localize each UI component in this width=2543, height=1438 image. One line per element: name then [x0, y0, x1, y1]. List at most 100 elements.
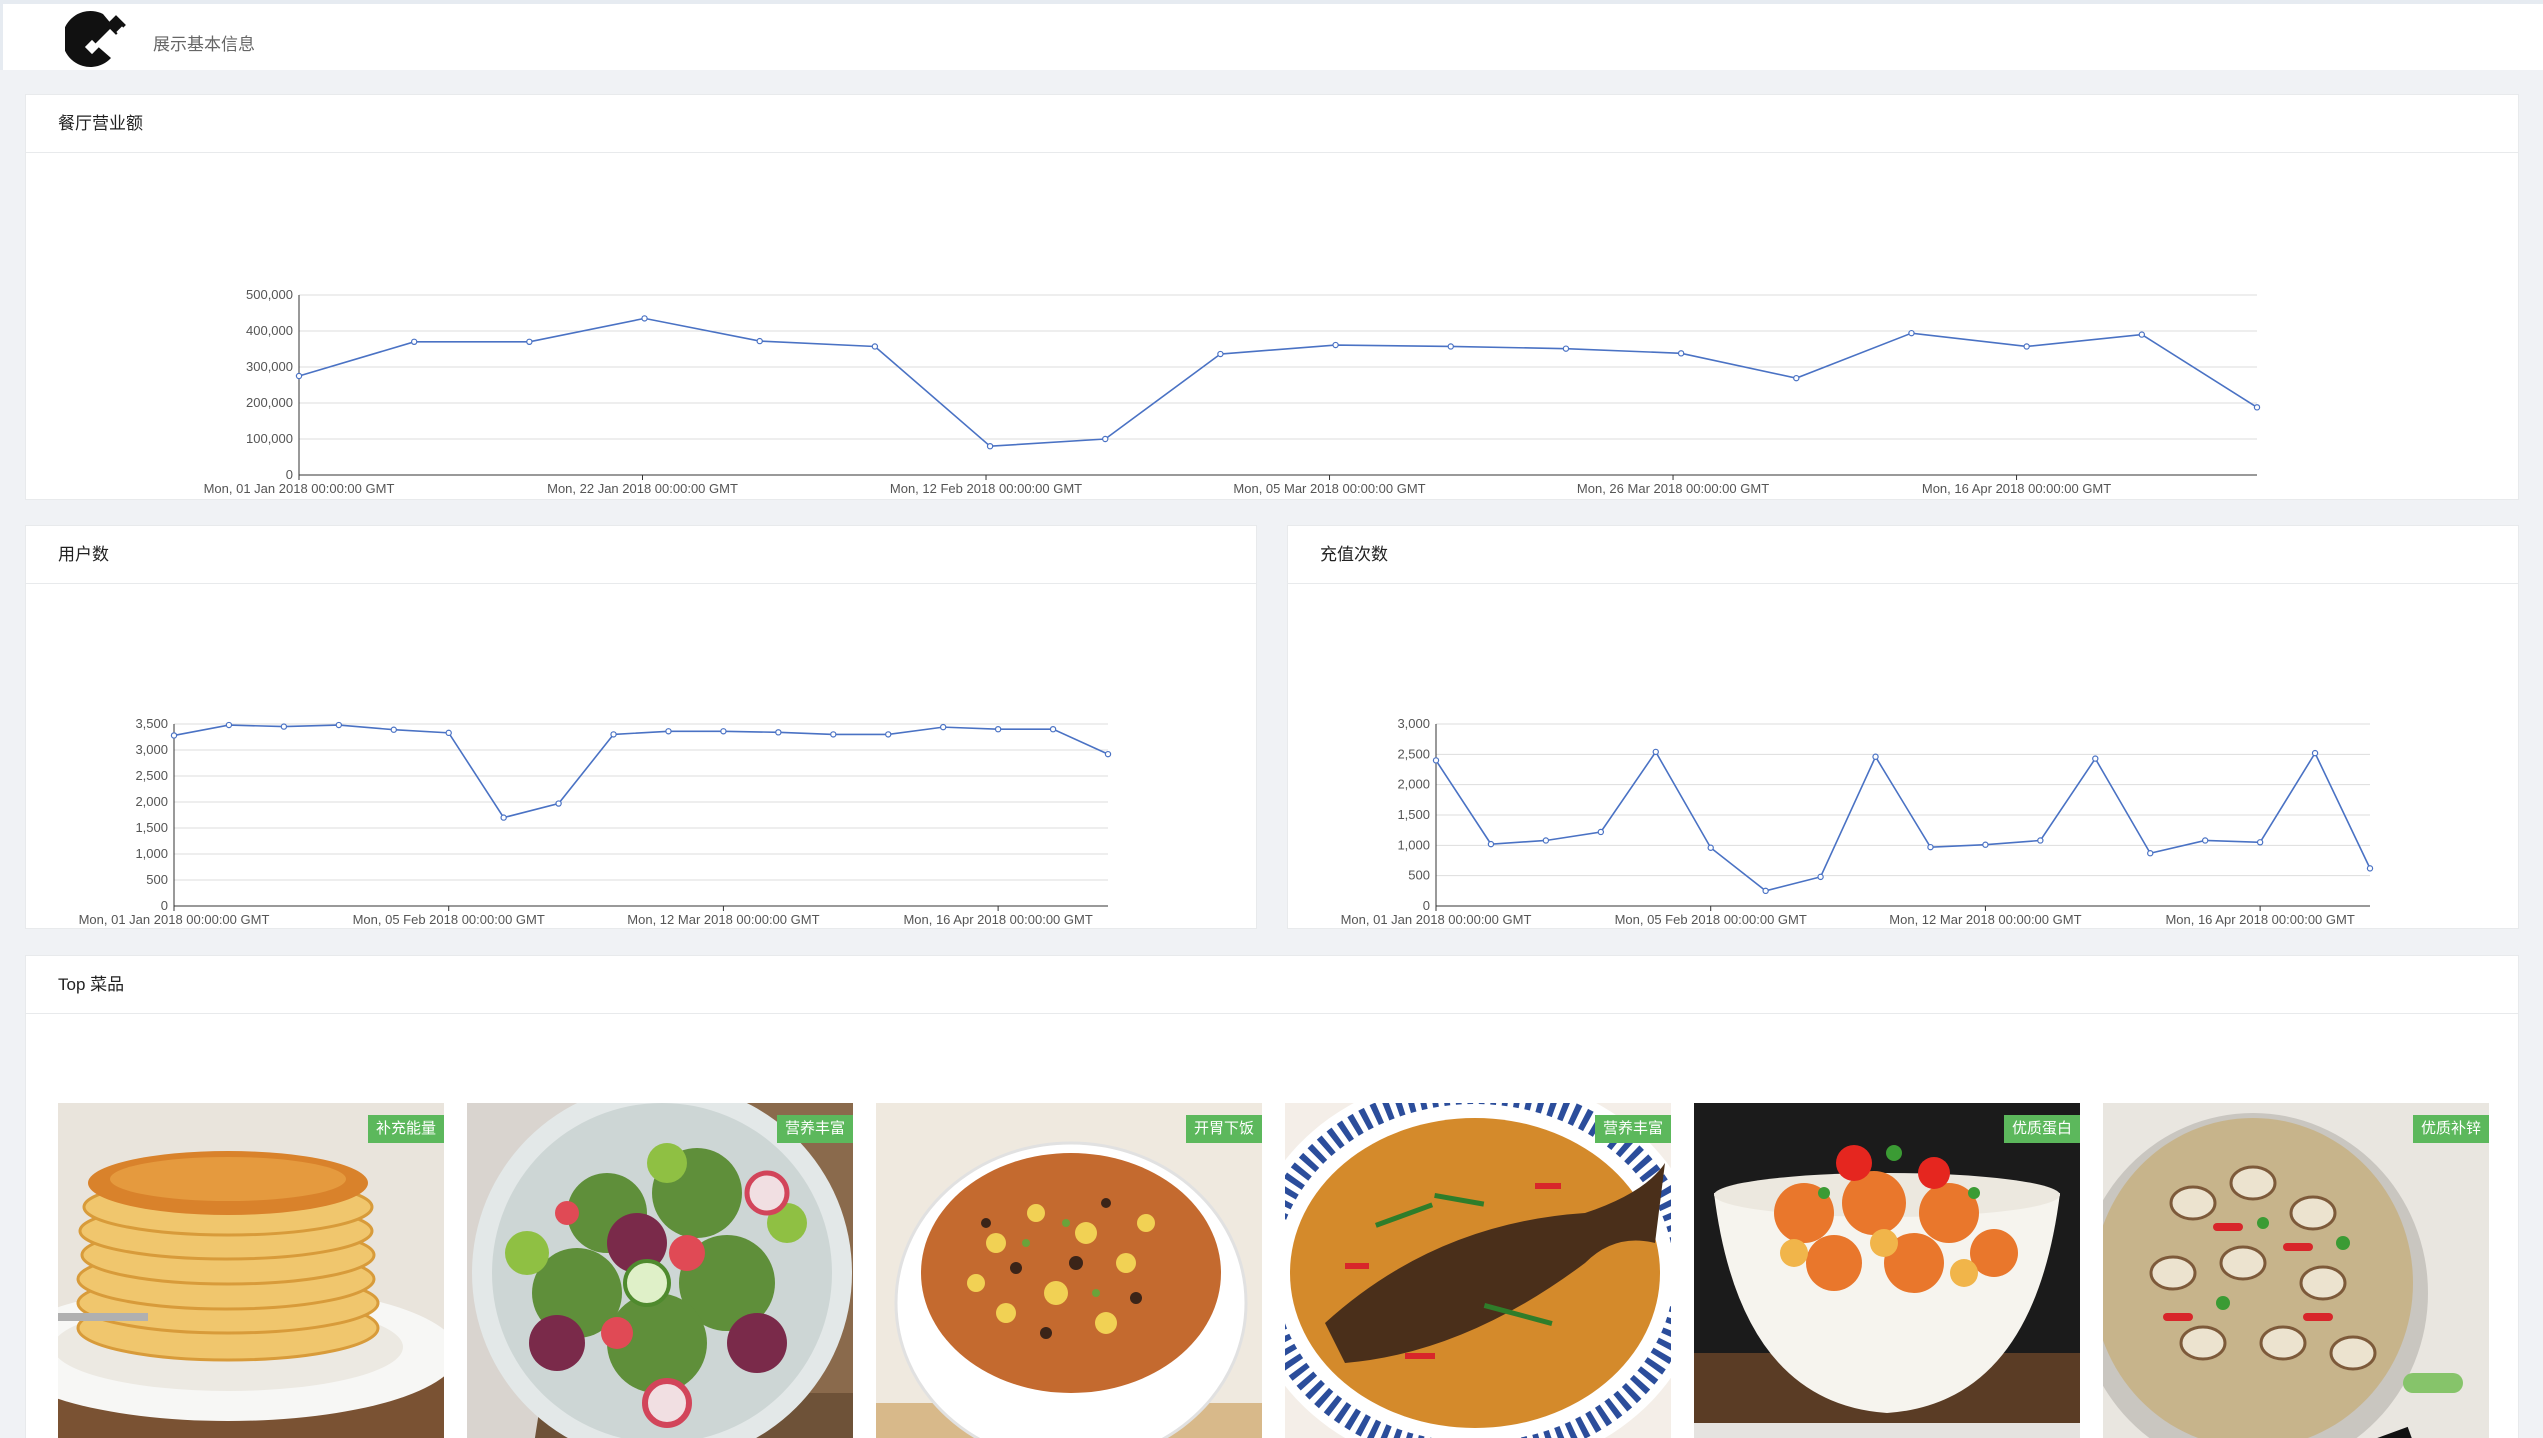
recharge-line-chart[interactable]: 0 500 1,000 1,500 2,000 2,500 3,000 Mon, 01 Jan…: [1288, 584, 2518, 947]
data-point: [500, 814, 507, 821]
x-tick-label: Mon, 01 Jan 2018 00:00:00 GMT: [1341, 912, 1532, 927]
users-card-title: 用户数: [26, 526, 1256, 584]
recharge-card-title: 充值次数: [1288, 526, 2518, 584]
data-point: [2037, 837, 2044, 844]
series-line: [173, 724, 1109, 819]
dish-item[interactable]: 优质蛋白: [1694, 1103, 2080, 1438]
y-tick-label: 3,500: [135, 716, 168, 731]
x-tick-label: Mon, 05 Mar 2018 00:00:00 GMT: [1233, 481, 1425, 496]
y-tick-label: 500: [1408, 868, 1430, 883]
revenue-line-chart[interactable]: 0 100,000 200,000 300,000 400,000 500,000 Mon,…: [26, 153, 2518, 516]
revenue-card-title: 餐厅营业额: [26, 95, 2518, 153]
y-tick-label: 1,000: [135, 846, 168, 861]
fried-rice-bowl-image: [876, 1103, 1262, 1438]
dish-tag: 营养丰富: [1594, 1115, 1671, 1143]
y-tick-label: 1,500: [1397, 807, 1430, 822]
users-line-chart[interactable]: 0 500 1,000 1,500 2,000 2,500 3,000 3,500 Mon, 0…: [26, 584, 1256, 947]
data-point: [1562, 345, 1570, 352]
x-tick-label: Mon, 05 Feb 2018 00:00:00 GMT: [1615, 912, 1807, 927]
data-point: [2366, 865, 2374, 872]
recharge-card: 充值次数 0 500 1,000 1,500 2,000 2,500 3,000 Mon, 0…: [1287, 525, 2519, 947]
y-tick-label: 3,000: [1397, 716, 1430, 731]
data-point: [526, 338, 533, 345]
braised-fish-image: [1285, 1103, 1671, 1438]
y-tick-label: 500: [146, 872, 168, 887]
data-point: [555, 800, 562, 807]
data-point: [295, 372, 303, 380]
data-point: [2201, 837, 2209, 844]
data-point: [280, 723, 288, 730]
data-point: [1982, 841, 1989, 848]
y-tick-label: 3,000: [135, 742, 168, 757]
data-point: [986, 443, 994, 450]
clam-pot-image: [2103, 1103, 2489, 1438]
dish-item[interactable]: 营养丰富: [1285, 1103, 1671, 1438]
data-point: [1707, 844, 1714, 851]
dish-tag: 开胃下饭: [1185, 1115, 1262, 1143]
x-tick-label: Mon, 12 Mar 2018 00:00:00 GMT: [627, 912, 819, 927]
data-point: [1104, 750, 1112, 758]
revenue-card: 餐厅营业额 0 100,000 200,000 300,000 400,000 500,0…: [25, 94, 2519, 516]
data-point: [1102, 435, 1109, 443]
y-tick-label: 300,000: [246, 359, 293, 374]
data-point: [1049, 725, 1057, 733]
data-point: [1487, 840, 1495, 848]
pancake-stack-image: [58, 1103, 444, 1438]
data-point: [1217, 350, 1224, 358]
dish-tag: 优质蛋白: [2003, 1115, 2080, 1143]
app-logo[interactable]: [65, 8, 135, 72]
data-point: [641, 315, 648, 322]
y-tick-label: 500,000: [246, 287, 293, 302]
data-point: [390, 726, 397, 733]
y-tick-label: 100,000: [246, 431, 293, 446]
dish-item[interactable]: 优质补锌: [2103, 1103, 2489, 1438]
salad-bowl-image: [467, 1103, 853, 1438]
data-point: [1432, 757, 1440, 764]
data-point: [2311, 749, 2319, 757]
data-point: [1542, 837, 1550, 844]
data-point: [871, 343, 879, 350]
y-tick-label: 1,500: [135, 820, 168, 835]
y-tick-label: 2,500: [135, 768, 168, 783]
data-point: [720, 728, 727, 735]
series-line: [1435, 750, 2371, 892]
data-point: [1652, 748, 1659, 756]
x-tick-label: Mon, 01 Jan 2018 00:00:00 GMT: [79, 912, 270, 927]
data-point: [1332, 341, 1339, 349]
dish-tag: 补充能量: [367, 1115, 444, 1143]
data-point: [1597, 828, 1605, 836]
dish-item[interactable]: 营养丰富: [467, 1103, 853, 1438]
data-point: [610, 731, 617, 738]
data-point: [1677, 350, 1685, 357]
y-tick-label: 0: [286, 467, 293, 482]
top-bar: 展示基本信息: [0, 0, 2543, 70]
series-line: [298, 317, 2258, 448]
x-tick-label: Mon, 22 Jan 2018 00:00:00 GMT: [547, 481, 738, 496]
data-point: [665, 728, 672, 735]
page-subtitle: 展示基本信息: [153, 35, 255, 54]
data-point: [1817, 873, 1824, 881]
data-point: [2092, 755, 2099, 762]
data-point: [1793, 374, 1800, 382]
y-tick-label: 2,500: [1397, 746, 1430, 761]
dish-item[interactable]: 开胃下饭: [876, 1103, 1262, 1438]
x-tick-label: Mon, 16 Apr 2018 00:00:00 GMT: [903, 912, 1092, 927]
y-tick-label: 0: [161, 898, 168, 913]
dish-gallery: 补充能量 营养丰富 开胃下饭 营养丰富 优质蛋白 优质补锌: [58, 1103, 2498, 1438]
y-tick-label: 400,000: [246, 323, 293, 338]
dish-item[interactable]: 补充能量: [58, 1103, 444, 1438]
data-point: [775, 729, 782, 736]
data-point: [830, 731, 837, 738]
x-tick-label: Mon, 16 Apr 2018 00:00:00 GMT: [2165, 912, 2354, 927]
dish-tag: 营养丰富: [776, 1115, 853, 1143]
data-point: [885, 731, 892, 738]
data-point: [335, 721, 343, 729]
y-tick-label: 2,000: [1397, 777, 1430, 792]
data-point: [2147, 850, 2154, 857]
data-point: [1927, 843, 1934, 851]
x-tick-label: Mon, 05 Feb 2018 00:00:00 GMT: [353, 912, 545, 927]
x-tick-label: Mon, 16 Apr 2018 00:00:00 GMT: [1922, 481, 2111, 496]
x-tick-label: Mon, 12 Mar 2018 00:00:00 GMT: [1889, 912, 2081, 927]
x-tick-label: Mon, 26 Mar 2018 00:00:00 GMT: [1577, 481, 1769, 496]
data-point: [1908, 329, 1915, 337]
